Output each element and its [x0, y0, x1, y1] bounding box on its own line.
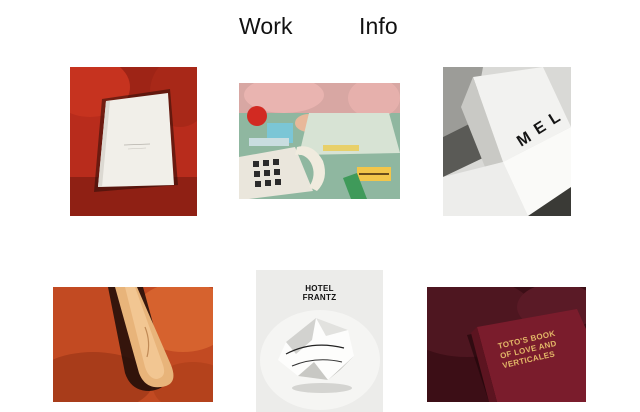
card-on-red-chair-image [70, 67, 197, 216]
project-thumbnail-glove-on-leather[interactable] [53, 287, 213, 402]
project-thumbnail-white-boxes-mel[interactable]: M E L [443, 67, 571, 216]
project-thumbnail-totos-book[interactable]: TOTO'S BOOK OF LOVE AND VERTICALES [427, 287, 586, 402]
glove-on-leather-image [53, 287, 213, 402]
nav-work-link[interactable]: Work [239, 10, 293, 42]
project-thumbnail-desk-with-phone[interactable] [239, 83, 400, 199]
white-boxes-mel-image: M E L [443, 67, 571, 216]
project-thumbnail-hotel-frantz-book[interactable]: HOTEL FRANTZ [256, 270, 383, 412]
project-thumbnail-card-on-red-chair[interactable] [70, 67, 197, 216]
hotel-frantz-title: HOTEL FRANTZ [302, 284, 337, 302]
nav-info-link[interactable]: Info [359, 10, 398, 42]
desk-with-phone-image [239, 83, 400, 199]
main-nav: Work Info [0, 10, 640, 42]
